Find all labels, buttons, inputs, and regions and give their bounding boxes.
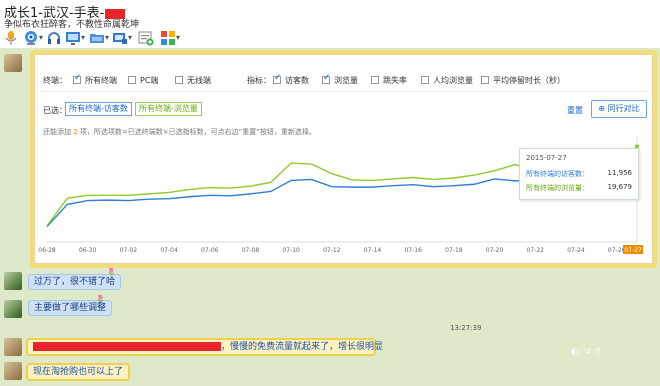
x-tick-label: 07-22	[527, 247, 545, 254]
tooltip-value-pageviews: 19,679	[607, 183, 633, 191]
flower-icon: 🌷	[96, 295, 105, 303]
folder-dropdown-caret[interactable]: ▾	[105, 33, 109, 42]
tooltip-value-visitors: 11,956	[607, 169, 633, 177]
x-tick-label: 07-20	[486, 247, 504, 254]
chat-toolbar: ▾ ▾ ▾ ▾ ▾	[0, 28, 660, 48]
video-camera-icon[interactable]	[23, 30, 39, 46]
tooltip-date: 2015-07-27	[526, 154, 567, 162]
avatar[interactable]	[4, 272, 22, 290]
x-tick-label: 07-27	[624, 247, 642, 254]
message-bubble[interactable]: 现在淘抢购也可以上了	[26, 363, 131, 381]
x-tick-label: 07-10	[282, 247, 300, 254]
screen-share-icon[interactable]	[65, 30, 81, 46]
x-tick-label: 07-16	[404, 247, 422, 254]
microphone-icon[interactable]	[3, 30, 19, 46]
x-tick-label: 07-08	[242, 247, 260, 254]
message-bubble[interactable]: ，慢慢的免费流量就起来了，增长很明显	[26, 338, 383, 356]
remote-desktop-dropdown-caret[interactable]: ▾	[128, 33, 132, 42]
x-tick-label: 07-02	[120, 247, 138, 254]
x-tick-label: 07-12	[323, 247, 341, 254]
x-tick-label: 07-24	[567, 247, 585, 254]
apps-dropdown-caret[interactable]: ▾	[176, 33, 180, 42]
avatar[interactable]	[4, 54, 22, 72]
x-tick-label: 07-14	[364, 247, 382, 254]
avatar[interactable]	[4, 362, 22, 380]
folder-icon[interactable]	[89, 30, 105, 46]
image-message[interactable]: 终端： 所有终端 PC端 无线端 指标： 访客数 浏览量 跳失率 人均浏览量 平…	[30, 50, 657, 268]
apps-grid-icon[interactable]	[160, 30, 176, 46]
tooltip-label-visitors: 所有终端的访客数：	[526, 170, 589, 178]
message-bubble[interactable]: 过万了，很不错了哈	[28, 274, 122, 290]
x-tick-label: 07-04	[160, 247, 178, 254]
watermark: ◐ ༄ ཞ	[571, 347, 600, 357]
x-tick-label: 07-18	[445, 247, 463, 254]
flower-icon: 🌷	[107, 268, 116, 276]
avatar[interactable]	[4, 338, 22, 356]
x-tick-label: 06-30	[79, 247, 97, 254]
add-app-icon[interactable]	[138, 30, 154, 46]
x-tick-label: 07-26	[608, 247, 626, 254]
screen-share-dropdown-caret[interactable]: ▾	[81, 33, 85, 42]
x-tick-label: 06-28	[38, 247, 56, 254]
redaction-mark	[33, 342, 221, 351]
title-bar: 成长1-武汉-手表- 争似布衣狂醉客，不教性命属乾坤	[0, 0, 660, 30]
remote-desktop-icon[interactable]	[112, 30, 128, 46]
avatar[interactable]	[4, 300, 22, 318]
tooltip-label-pageviews: 所有终端的浏览量：	[526, 184, 589, 192]
message-timestamp: 13:27:39	[450, 324, 482, 332]
dashboard-screenshot: 终端： 所有终端 PC端 无线端 指标： 访客数 浏览量 跳失率 人均浏览量 平…	[34, 54, 653, 264]
chart-tooltip: 2015-07-27 所有终端的访客数： 11,956 所有终端的浏览量： 19…	[519, 148, 639, 200]
chat-area: 终端： 所有终端 PC端 无线端 指标： 访客数 浏览量 跳失率 人均浏览量 平…	[0, 48, 660, 386]
headset-icon[interactable]	[46, 30, 62, 46]
video-dropdown-caret[interactable]: ▾	[39, 33, 43, 42]
x-tick-label: 07-06	[201, 247, 219, 254]
